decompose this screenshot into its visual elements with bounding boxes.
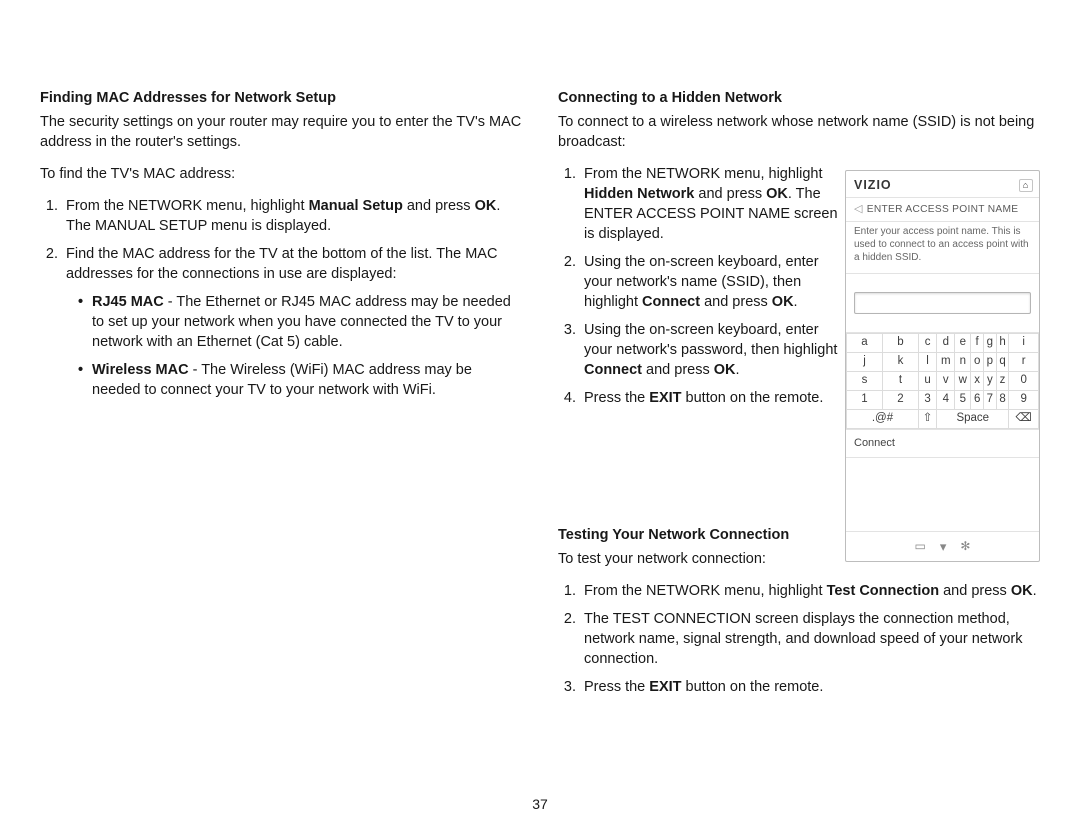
key[interactable]: t	[882, 371, 918, 390]
key[interactable]: 3	[918, 390, 936, 409]
key[interactable]: k	[882, 352, 918, 371]
key[interactable]: p	[983, 352, 996, 371]
ssid-input[interactable]	[854, 292, 1031, 314]
key[interactable]: m	[937, 352, 955, 371]
key[interactable]: a	[847, 333, 883, 352]
key[interactable]: x	[971, 371, 984, 390]
key[interactable]: 0	[1009, 371, 1039, 390]
key[interactable]: 1	[847, 390, 883, 409]
hidden-heading: Connecting to a Hidden Network	[558, 88, 1040, 108]
key[interactable]: 4	[937, 390, 955, 409]
hidden-step-2: Using the on-screen keyboard, enter your…	[580, 252, 838, 312]
key[interactable]: 5	[955, 390, 971, 409]
left-step-1: From the NETWORK menu, highlight Manual …	[62, 196, 522, 236]
key[interactable]: s	[847, 371, 883, 390]
key[interactable]: h	[996, 333, 1009, 352]
key[interactable]: y	[983, 371, 996, 390]
key-space[interactable]: Space	[937, 409, 1009, 428]
connect-button[interactable]: Connect	[846, 429, 1039, 458]
key[interactable]: e	[955, 333, 971, 352]
key[interactable]: i	[1009, 333, 1039, 352]
key[interactable]: 9	[1009, 390, 1039, 409]
key[interactable]: 2	[882, 390, 918, 409]
key[interactable]: n	[955, 352, 971, 371]
back-icon: ◁	[854, 202, 863, 217]
key-backspace[interactable]: ⌫	[1009, 409, 1039, 428]
key[interactable]: z	[996, 371, 1009, 390]
hidden-step-3: Using the on-screen keyboard, enter your…	[580, 320, 838, 380]
test-step-3: Press the EXIT button on the remote.	[580, 677, 1040, 697]
key[interactable]: v	[937, 371, 955, 390]
key[interactable]: d	[937, 333, 955, 352]
left-heading: Finding MAC Addresses for Network Setup	[40, 88, 522, 108]
key[interactable]: j	[847, 352, 883, 371]
key-shift[interactable]: ⇧	[918, 409, 936, 428]
key[interactable]: q	[996, 352, 1009, 371]
key[interactable]: g	[983, 333, 996, 352]
key[interactable]: w	[955, 371, 971, 390]
vizio-hint-text: Enter your access point name. This is us…	[846, 222, 1039, 273]
key[interactable]: f	[971, 333, 984, 352]
left-step-2: Find the MAC address for the TV at the b…	[62, 244, 522, 400]
key[interactable]: 6	[971, 390, 984, 409]
page-number: 37	[0, 795, 1080, 814]
key[interactable]: 8	[996, 390, 1009, 409]
hidden-step-1: From the NETWORK menu, highlight Hidden …	[580, 164, 838, 244]
home-icon: ⌂	[1019, 179, 1033, 192]
left-intro-2: To find the TV's MAC address:	[40, 164, 522, 184]
test-step-2: The TEST CONNECTION screen displays the …	[580, 609, 1040, 669]
hidden-intro: To connect to a wireless network whose n…	[558, 112, 1040, 152]
vizio-screen-mock: VIZIO ⌂ ◁ ENTER ACCESS POINT NAME Enter …	[845, 170, 1040, 562]
left-bullet-wireless: Wireless MAC - The Wireless (WiFi) MAC a…	[78, 360, 522, 400]
key[interactable]: l	[918, 352, 936, 371]
key[interactable]: 7	[983, 390, 996, 409]
key[interactable]: r	[1009, 352, 1039, 371]
key-symbols[interactable]: .@#	[847, 409, 919, 428]
vizio-brand-label: VIZIO	[854, 177, 892, 194]
key[interactable]: c	[918, 333, 936, 352]
onscreen-keyboard: abcdefghi jklmnopqr stuvwxyz0 123456789 …	[846, 333, 1039, 429]
left-intro-1: The security settings on your router may…	[40, 112, 522, 152]
key[interactable]: u	[918, 371, 936, 390]
hidden-step-4: Press the EXIT button on the remote.	[580, 388, 838, 408]
vizio-screen-title: ENTER ACCESS POINT NAME	[867, 203, 1019, 217]
chevron-down-icon: ▾	[940, 538, 947, 556]
gear-icon: ✻	[960, 538, 970, 555]
key[interactable]: b	[882, 333, 918, 352]
left-bullet-rj45: RJ45 MAC - The Ethernet or RJ45 MAC addr…	[78, 292, 522, 352]
key[interactable]: o	[971, 352, 984, 371]
test-step-1: From the NETWORK menu, highlight Test Co…	[580, 581, 1040, 601]
footer-wide-icon: ▭	[915, 538, 926, 555]
